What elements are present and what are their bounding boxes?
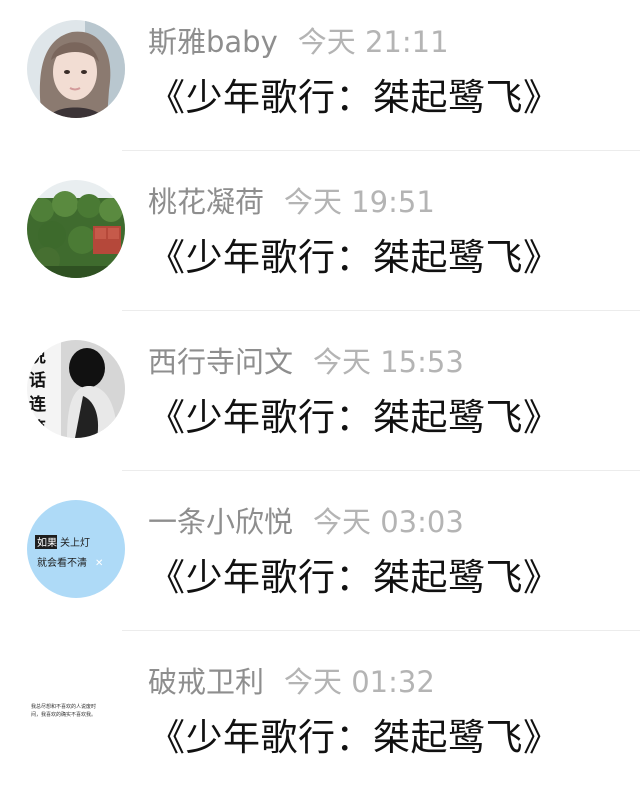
timestamp: 今天 01:32 (284, 665, 435, 699)
avatar-text-2: 间，我喜欢的确实不喜欢我。 (31, 711, 96, 718)
timestamp: 今天 15:53 (313, 345, 464, 379)
timestamp: 今天 21:11 (297, 25, 449, 59)
comment-meta: 一条小欣悦 今天 03:03 (148, 502, 464, 542)
text-avatar: 如果 关上灯 就会看不清 ✕ (27, 500, 125, 598)
username[interactable]: 西行寺问文 (148, 345, 293, 379)
comment-text: 《少年歌行：桀起鹭飞》 (148, 236, 561, 279)
portrait-photo-avatar (27, 20, 125, 118)
username[interactable]: 破戒卫利 (148, 665, 264, 699)
comment-item-3[interactable]: 说 话 连 篇 西行寺问文 今天 15:53 《少年歌行：桀起鹭飞》 (0, 320, 640, 480)
avatar-char-3: 连 (29, 394, 47, 415)
avatar[interactable]: 我总尽想和不喜欢的人说废时 间，我喜欢的确实不喜欢我。 (27, 660, 125, 758)
comment-meta: 桃花凝荷 今天 19:51 (148, 182, 435, 222)
avatar-text-3: 就会看不清 (37, 556, 87, 569)
avatar-text-2: 关上灯 (60, 536, 90, 549)
divider (122, 310, 640, 311)
avatar[interactable]: 如果 关上灯 就会看不清 ✕ (27, 500, 125, 598)
ivy-wall-photo-avatar (27, 180, 125, 278)
avatar[interactable] (27, 180, 125, 278)
avatar[interactable]: 说 话 连 篇 (27, 340, 125, 438)
username[interactable]: 桃花凝荷 (148, 185, 264, 219)
avatar-text-1: 我总尽想和不喜欢的人说废时 (31, 703, 96, 710)
comment-meta: 西行寺问文 今天 15:53 (148, 342, 464, 382)
comment-list: 斯雅baby 今天 21:11 《少年歌行：桀起鹭飞》 桃花凝荷 今天 19:5… (0, 0, 640, 785)
bw-photo-avatar: 说 话 连 篇 (27, 340, 125, 438)
avatar-char-4: 篇 (28, 418, 46, 438)
comment-item-2[interactable]: 桃花凝荷 今天 19:51 《少年歌行：桀起鹭飞》 (0, 160, 640, 320)
avatar[interactable] (27, 20, 125, 118)
comment-item-4[interactable]: 如果 关上灯 就会看不清 ✕ 一条小欣悦 今天 03:03 《少年歌行：桀起鹭飞》 (0, 480, 640, 640)
username[interactable]: 斯雅baby (148, 25, 278, 59)
divider (122, 150, 640, 151)
username[interactable]: 一条小欣悦 (148, 505, 293, 539)
avatar-char-2: 话 (29, 370, 46, 391)
comment-text: 《少年歌行：桀起鹭飞》 (148, 396, 561, 439)
tiny-text-avatar: 我总尽想和不喜欢的人说废时 间，我喜欢的确实不喜欢我。 (27, 660, 125, 758)
avatar-text-1: 如果 (37, 536, 57, 549)
timestamp: 今天 19:51 (284, 185, 435, 219)
timestamp: 今天 03:03 (313, 505, 464, 539)
divider (122, 630, 640, 631)
divider (122, 470, 640, 471)
comment-text: 《少年歌行：桀起鹭飞》 (148, 76, 561, 119)
sparkle-icon: ✕ (95, 558, 103, 569)
comment-item-1[interactable]: 斯雅baby 今天 21:11 《少年歌行：桀起鹭飞》 (0, 0, 640, 160)
comment-text: 《少年歌行：桀起鹭飞》 (148, 556, 561, 599)
avatar-char-1: 说 (29, 346, 46, 367)
comment-meta: 斯雅baby 今天 21:11 (148, 22, 449, 62)
comment-text: 《少年歌行：桀起鹭飞》 (148, 716, 561, 759)
comment-item-5[interactable]: 我总尽想和不喜欢的人说废时 间，我喜欢的确实不喜欢我。 破戒卫利 今天 01:32… (0, 640, 640, 785)
comment-meta: 破戒卫利 今天 01:32 (148, 662, 435, 702)
